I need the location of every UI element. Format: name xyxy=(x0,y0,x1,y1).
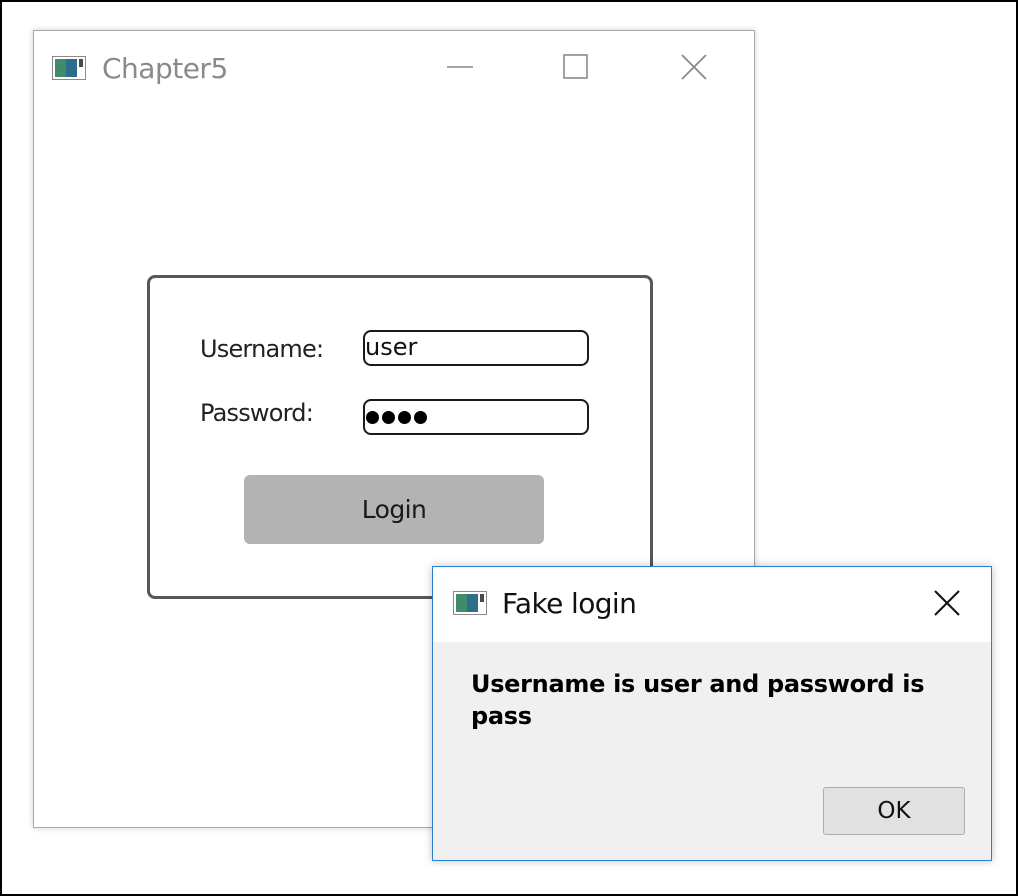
ok-button[interactable]: OK xyxy=(823,787,965,835)
close-button[interactable] xyxy=(674,51,714,87)
window-title: Chapter5 xyxy=(102,52,228,85)
username-label: Username: xyxy=(200,335,324,363)
dialog-close-button[interactable] xyxy=(929,587,965,623)
dialog-titlebar[interactable]: Fake login xyxy=(433,567,991,642)
minimize-button[interactable] xyxy=(440,51,480,87)
close-icon xyxy=(680,53,708,86)
dialog-title: Fake login xyxy=(502,587,637,620)
maximize-button[interactable] xyxy=(556,51,596,87)
password-dot xyxy=(398,410,411,424)
main-window-titlebar[interactable]: Chapter5 xyxy=(34,31,754,107)
password-dot xyxy=(414,410,427,424)
password-mask xyxy=(365,401,587,433)
app-window-icon xyxy=(52,56,86,80)
login-form: Username: user Password: Login xyxy=(147,275,653,599)
password-label: Password: xyxy=(200,399,314,427)
message-dialog: Fake login Username is user and password… xyxy=(432,566,992,861)
login-button[interactable]: Login xyxy=(244,475,544,544)
dialog-message: Username is user and password is pass xyxy=(471,670,925,730)
minimize-icon xyxy=(446,53,474,86)
close-icon xyxy=(933,589,961,622)
username-input[interactable]: user xyxy=(363,330,589,366)
password-dot xyxy=(366,410,379,424)
password-dot xyxy=(382,410,395,424)
password-input[interactable] xyxy=(363,399,589,435)
app-window-icon xyxy=(453,591,487,615)
maximize-icon xyxy=(563,53,589,85)
